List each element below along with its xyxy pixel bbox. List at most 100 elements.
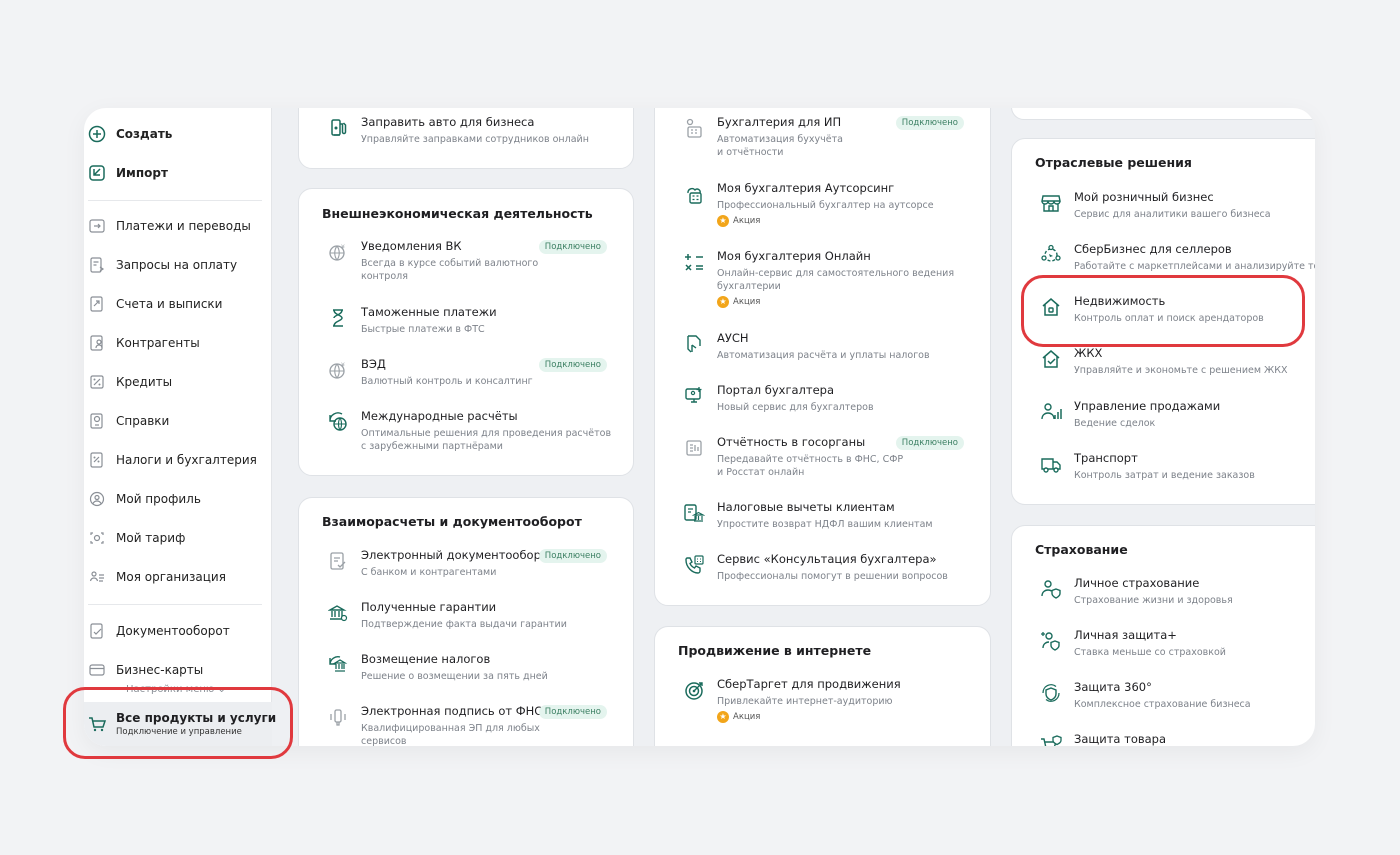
star-icon: ★ [717,296,729,308]
contacts-icon [88,334,106,352]
sidebar-item-label: Счета и выписки [116,297,223,311]
cart-icon [88,715,106,733]
product-desc: Быстрые платежи в ФТС [361,324,485,335]
sidebar-item-cards[interactable]: Бизнес-карты [84,656,272,684]
sidebar-item-profile[interactable]: Мой профиль [84,485,272,513]
sidebar-item-label: Справки [116,414,170,428]
card-insurance: Страхование Личное страхование Страхован… [1011,525,1315,746]
sidebar-item-organization[interactable]: Моя организация [84,563,272,591]
sidebar-item-certificates[interactable]: Справки [84,407,272,435]
cart-shield-icon [1040,734,1062,746]
svg-text:¥: ¥ [341,362,345,369]
all-products-title: Все продукты и услуги [116,711,277,725]
tariff-icon [88,529,106,547]
product-title: СберТаргет для продвижения [717,677,901,691]
product-title: Заправить авто для бизнеса [361,115,535,129]
product-desc: Автоматизация расчёта и уплаты налогов [717,350,930,361]
card-title: Взаиморасчеты и документооборот [322,514,582,529]
product-title: Защита товара [1074,732,1167,746]
import-icon [88,164,106,182]
sidebar-item-label: Бизнес-карты [116,663,204,677]
product-desc: Контроль оплат и поиск арендаторов [1074,313,1264,324]
all-products-subtitle: Подключение и управление [116,727,242,737]
product-desc: Упростите возврат НДФЛ вашим клиентам [717,519,933,530]
product-title: Недвижимость [1074,294,1166,308]
product-title: АУСН [717,331,749,345]
sidebar: Создать Импорт Платежи и переводы Запрос… [84,108,276,746]
sidebar-item-tariff[interactable]: Мой тариф [84,524,272,552]
product-desc: Профессиональный бухгалтер на аутсорсе [717,200,934,211]
user-shield-plus-icon [1040,630,1062,652]
calculator-user-icon [683,117,705,139]
sidebar-item-label: Моя организация [116,570,226,584]
product-desc: Привлекайте интернет-аудиторию [717,696,893,707]
menu-settings-link[interactable]: Настройки меню ⌄ [126,684,226,695]
status-badge: Подключено [538,549,607,563]
product-desc: Ведение сделок [1074,418,1156,429]
sidebar-divider [88,200,262,201]
sidebar-item-payments[interactable]: Платежи и переводы [84,212,272,240]
globe-yen-icon: ¥ [327,241,349,263]
report-icon [683,437,705,459]
document-bank-icon [683,502,705,524]
product-title: Управление продажами [1074,399,1221,413]
sidebar-item-accounts[interactable]: Счета и выписки [84,290,272,318]
user-circle-icon [88,490,106,508]
promo-tag: ★ Акция [717,215,760,227]
status-badge: Подключено [538,705,607,719]
house-icon [1040,296,1062,318]
all-products-button[interactable]: Все продукты и услуги Подключение и упра… [84,702,276,746]
request-icon [88,256,106,274]
product-title: Уведомления ВК [361,239,462,253]
chevron-down-icon: ⌄ [217,684,226,695]
card-icon [88,661,106,679]
product-desc: Контроль затрат и ведение заказов [1074,470,1255,481]
card-docs: Взаиморасчеты и документооборот Электрон… [298,497,634,746]
house-check-icon [1040,348,1062,370]
product-desc: Валютный контроль и консалтинг [361,376,533,387]
app-frame: Создать Импорт Платежи и переводы Запрос… [84,108,1315,746]
product-title: Электронная подпись от ФНС [361,704,543,718]
product-desc: Управляйте заправками сотрудников онлайн [361,134,589,145]
product-desc: Новый сервис для бухгалтеров [717,402,874,413]
sidebar-item-taxes[interactable]: Налоги и бухгалтерия [84,446,272,474]
product-title: Транспорт [1074,451,1138,465]
sidebar-import[interactable]: Импорт [84,159,272,187]
cloud-calculator-icon [683,183,705,205]
sidebar-item-requests[interactable]: Запросы на оплату [84,251,272,279]
fuel-pump-icon [327,117,349,139]
product-desc: Всегда в курсе событий валютного контроля [361,258,539,282]
sidebar-item-label: Платежи и переводы [116,219,251,233]
menu-settings-label: Настройки меню [126,684,215,695]
user-shield-icon [1040,578,1062,600]
product-title: Международные расчёты [361,409,518,423]
document-arrow-icon [88,295,106,313]
product-title: Портал бухгалтера [717,383,834,397]
sidebar-item-label: Мой профиль [116,492,201,506]
product-desc: Работайте с маркетплейсами и анализируйт… [1074,261,1315,272]
product-title: Мой розничный бизнес [1074,190,1214,204]
certificate-icon [88,412,106,430]
shield-rotate-icon [1040,682,1062,704]
card-accounting: Бухгалтерия для ИП Автоматизация бухучёт… [654,108,991,606]
sidebar-item-credits[interactable]: Кредиты [84,368,272,396]
usb-token-icon [327,706,349,728]
star-icon: ★ [717,215,729,227]
transfer-icon [88,217,106,235]
sidebar-item-counterparties[interactable]: Контрагенты [84,329,272,357]
product-desc: Профессионалы помогут в решении вопросов [717,571,948,582]
card-title: Продвижение в интернете [678,643,872,658]
product-desc: Управляйте и экономьте с решением ЖКХ [1074,365,1288,376]
document-check-icon [88,622,106,640]
status-badge: Подключено [538,358,607,372]
svg-text:¥: ¥ [341,244,345,251]
network-icon [1040,244,1062,266]
card-fuel: Заправить авто для бизнеса Управляйте за… [298,108,634,169]
promo-tag: ★ Акция [717,296,760,308]
sidebar-import-label: Импорт [116,166,168,180]
sidebar-item-docflow[interactable]: Документооборот [84,617,272,645]
product-desc: Сервис для аналитики вашего бизнеса [1074,209,1271,220]
truck-icon [1040,453,1062,475]
globe-yen-icon: ¥ [327,359,349,381]
sidebar-create[interactable]: Создать [84,120,272,148]
